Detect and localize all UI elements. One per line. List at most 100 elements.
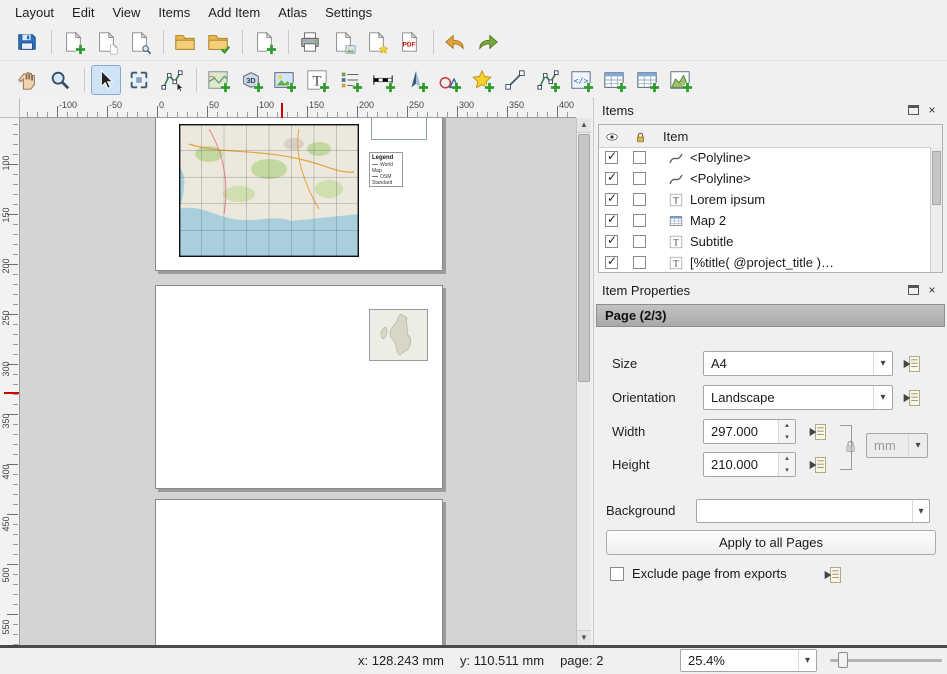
close-panel-button[interactable]: × [925, 104, 939, 117]
add-marker-button[interactable] [467, 65, 497, 95]
layout-manager-button[interactable] [124, 27, 154, 57]
undo-button[interactable] [440, 27, 470, 57]
toolbar-layout [0, 24, 947, 61]
exclude-page-checkbox[interactable] [610, 567, 624, 581]
spin-down-icon[interactable]: ▾ [779, 465, 795, 477]
item-properties-title-text: Item Properties [602, 283, 901, 298]
page-3[interactable] [155, 499, 443, 645]
lock-aspect-ratio-icon[interactable] [843, 439, 858, 454]
add-fixed-table-button[interactable] [632, 65, 662, 95]
size-data-defined-button[interactable] [900, 352, 924, 376]
orientation-combo[interactable]: Landscape ▾ [703, 385, 893, 410]
new-layout-button[interactable] [58, 27, 88, 57]
float-panel-button[interactable] [906, 104, 920, 117]
visibility-checkbox[interactable] [605, 235, 618, 248]
menu-settings[interactable]: Settings [316, 3, 381, 22]
save-project-button[interactable] [12, 27, 42, 57]
exclude-data-defined-button[interactable] [821, 563, 845, 587]
spin-up-icon[interactable]: ▴ [779, 420, 795, 432]
scroll-down-icon[interactable]: ▼ [577, 630, 591, 645]
width-spinbox[interactable]: 297.000 ▴▾ [703, 419, 796, 444]
canvas-vertical-scrollbar[interactable]: ▲ ▼ [576, 118, 591, 645]
pan-layout-button[interactable] [12, 65, 42, 95]
visibility-checkbox[interactable] [605, 193, 618, 206]
items-list-scrollbar[interactable] [930, 147, 942, 272]
redo-button[interactable] [473, 27, 503, 57]
zoom-button[interactable] [45, 65, 75, 95]
add-attribute-table-button[interactable] [599, 65, 629, 95]
zoom-slider-handle[interactable] [838, 652, 848, 668]
layout-canvas[interactable]: Legend World Map OSM Standard [20, 118, 576, 645]
map-item[interactable] [179, 124, 359, 257]
lock-checkbox[interactable] [633, 256, 646, 269]
load-from-template-button[interactable] [170, 27, 200, 57]
lock-checkbox[interactable] [633, 235, 646, 248]
background-color-button[interactable]: ▾ [696, 499, 930, 523]
duplicate-layout-button[interactable] [91, 27, 121, 57]
add-label-button[interactable] [302, 65, 332, 95]
item-row-polyline-2[interactable]: <Polyline> [599, 168, 930, 189]
add-arrow-button[interactable] [500, 65, 530, 95]
lock-checkbox[interactable] [633, 172, 646, 185]
scroll-up-icon[interactable]: ▲ [577, 118, 591, 133]
float-panel-button[interactable] [906, 284, 920, 297]
zoom-level-combo[interactable]: 25.4% ▾ [680, 649, 817, 672]
add-north-arrow-button[interactable] [401, 65, 431, 95]
menu-layout[interactable]: Layout [6, 3, 63, 22]
menu-atlas[interactable]: Atlas [269, 3, 316, 22]
lock-checkbox[interactable] [633, 214, 646, 227]
add-3d-map-button[interactable] [236, 65, 266, 95]
apply-to-all-pages-button[interactable]: Apply to all Pages [606, 530, 936, 555]
export-as-svg-button[interactable] [361, 27, 391, 57]
add-node-item-button[interactable] [533, 65, 563, 95]
visibility-checkbox[interactable] [605, 172, 618, 185]
add-shape-button[interactable] [434, 65, 464, 95]
page-2[interactable] [155, 285, 443, 489]
item-row-lorem-ipsum[interactable]: Lorem ipsum [599, 189, 930, 210]
legend-item[interactable]: Legend World Map OSM Standard [369, 152, 403, 187]
height-data-defined-button[interactable] [806, 453, 830, 477]
orientation-data-defined-button[interactable] [900, 386, 924, 410]
zoom-slider[interactable] [830, 651, 942, 669]
visibility-checkbox[interactable] [605, 151, 618, 164]
scrollbar-thumb[interactable] [932, 151, 941, 205]
item-row-title-expression[interactable]: [%title( @project_title )… [599, 252, 930, 273]
spin-up-icon[interactable]: ▴ [779, 453, 795, 465]
lock-checkbox[interactable] [633, 193, 646, 206]
spin-down-icon[interactable]: ▾ [779, 432, 795, 444]
add-legend-button[interactable] [335, 65, 365, 95]
height-spinbox[interactable]: 210.000 ▴▾ [703, 452, 796, 477]
edit-nodes-item-button[interactable] [157, 65, 187, 95]
item-row-map-2[interactable]: Map 2 [599, 210, 930, 231]
visibility-checkbox[interactable] [605, 256, 618, 269]
add-html-button[interactable] [566, 65, 596, 95]
menu-view[interactable]: View [103, 3, 149, 22]
close-panel-button[interactable]: × [925, 284, 939, 297]
export-as-image-button[interactable] [328, 27, 358, 57]
print-button[interactable] [295, 27, 325, 57]
scrollbar-thumb[interactable] [578, 134, 590, 382]
page-1[interactable]: Legend World Map OSM Standard [155, 118, 443, 271]
visibility-checkbox[interactable] [605, 214, 618, 227]
menu-items[interactable]: Items [149, 3, 199, 22]
inset-map-item[interactable] [369, 309, 428, 361]
add-elevation-profile-button[interactable] [665, 65, 695, 95]
menu-edit[interactable]: Edit [63, 3, 103, 22]
move-item-content-button[interactable] [124, 65, 154, 95]
save-as-template-button[interactable] [203, 27, 233, 57]
add-map-button[interactable] [203, 65, 233, 95]
width-data-defined-button[interactable] [806, 420, 830, 444]
lock-checkbox[interactable] [633, 151, 646, 164]
select-move-item-button[interactable] [91, 65, 121, 95]
ruler-label: 400 [559, 100, 574, 110]
add-picture-button[interactable] [269, 65, 299, 95]
add-items-from-template-button[interactable] [249, 27, 279, 57]
menu-add-item[interactable]: Add Item [199, 3, 269, 22]
export-as-pdf-button[interactable] [394, 27, 424, 57]
item-row-subtitle[interactable]: Subtitle [599, 231, 930, 252]
add-scale-bar-button[interactable] [368, 65, 398, 95]
label-item-frame[interactable] [371, 118, 427, 140]
size-combo[interactable]: A4 ▾ [703, 351, 893, 376]
width-value: 297.000 [704, 420, 778, 443]
item-row-polyline-1[interactable]: <Polyline> [599, 147, 930, 168]
